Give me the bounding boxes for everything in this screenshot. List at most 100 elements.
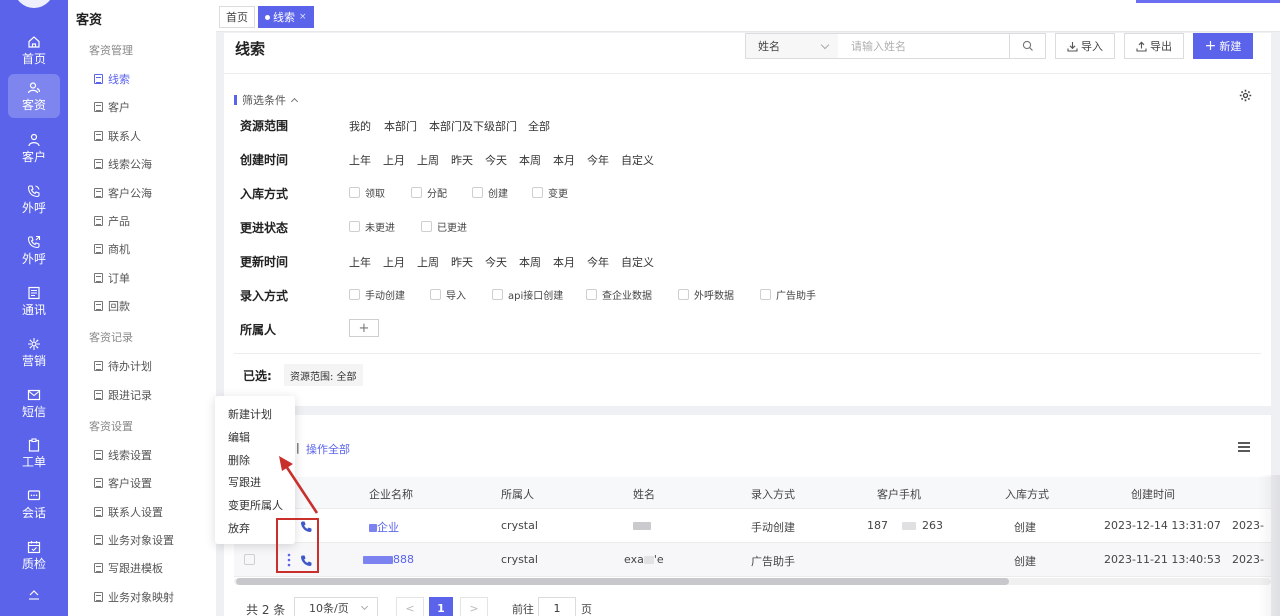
status-checkbox[interactable]: 已更进 xyxy=(421,219,467,234)
nav-outbound-1[interactable]: 外呼 xyxy=(8,177,60,221)
entry-checkbox[interactable]: 外呼数据 xyxy=(678,287,734,302)
status-checkbox[interactable]: 未更进 xyxy=(349,219,395,234)
created-option[interactable]: 昨天 xyxy=(451,152,473,168)
entry-checkbox[interactable]: api接口创建 xyxy=(492,287,563,302)
tab-leads[interactable]: 线索 × xyxy=(258,6,314,28)
table-row[interactable]: 企业 crystal 手动创建 187 263 创建 2023-12-14 13:… xyxy=(234,509,1271,543)
column-settings-icon[interactable] xyxy=(1237,441,1251,453)
more-vertical-icon[interactable] xyxy=(285,553,293,567)
created-option[interactable]: 今年 xyxy=(587,152,609,168)
tab-home[interactable]: 首页 xyxy=(219,6,255,28)
nav-quality[interactable]: 质检 xyxy=(8,533,60,577)
created-option[interactable]: 上月 xyxy=(383,152,405,168)
table-row[interactable]: 888 crystal exa 'e 广告助手 创建 2023-11-21 13:… xyxy=(234,543,1271,577)
updated-option[interactable]: 今年 xyxy=(587,254,609,270)
submenu-item-leads[interactable]: 线索 xyxy=(94,71,130,87)
row-checkbox[interactable] xyxy=(244,554,255,565)
export-button[interactable]: 导出 xyxy=(1124,33,1184,59)
submenu-item-contact-settings[interactable]: 联系人设置 xyxy=(94,504,163,520)
created-option[interactable]: 上周 xyxy=(417,152,439,168)
horizontal-scrollbar[interactable] xyxy=(234,578,1271,585)
submenu-item-customer-pool[interactable]: 客户公海 xyxy=(94,185,152,201)
search-button[interactable] xyxy=(1009,33,1046,59)
company-cell[interactable]: 企业 xyxy=(369,519,399,535)
updated-option[interactable]: 本周 xyxy=(519,254,541,270)
redacted-text xyxy=(643,556,654,564)
created-option-custom[interactable]: 自定义 xyxy=(621,152,654,168)
menu-item-edit[interactable]: 编辑 xyxy=(228,429,250,445)
created-option[interactable]: 今天 xyxy=(485,152,507,168)
menu-item-delete[interactable]: 删除 xyxy=(228,452,250,468)
selected-filter-tag[interactable]: 资源范围: 全部 xyxy=(284,364,363,386)
nav-outbound-2[interactable]: 外呼 xyxy=(8,228,60,272)
scope-option-dept[interactable]: 本部门 xyxy=(384,118,417,134)
filter-toggle[interactable]: 筛选条件 xyxy=(234,92,299,108)
add-owner-button[interactable]: + xyxy=(349,319,379,337)
storage-checkbox[interactable]: 创建 xyxy=(472,185,508,200)
menu-item-new-plan[interactable]: 新建计划 xyxy=(228,406,272,422)
entry-checkbox[interactable]: 手动创建 xyxy=(349,287,405,302)
menu-item-write-followup[interactable]: 写跟进 xyxy=(228,474,261,490)
submenu-item-lead-pool[interactable]: 线索公海 xyxy=(94,156,152,172)
nav-customers[interactable]: 客户 xyxy=(8,126,60,170)
updated-option[interactable]: 昨天 xyxy=(451,254,473,270)
storage-checkbox[interactable]: 领取 xyxy=(349,185,385,200)
created-option[interactable]: 本月 xyxy=(553,152,575,168)
scope-option-dept-sub[interactable]: 本部门及下级部门 xyxy=(429,118,517,134)
nav-contacts[interactable]: 通讯 xyxy=(8,279,60,323)
search-input[interactable] xyxy=(838,33,1010,59)
next-page-button[interactable]: > xyxy=(460,597,488,616)
import-button[interactable]: 导入 xyxy=(1055,33,1115,59)
submenu-group-settings: 客资设置 xyxy=(89,420,133,433)
submenu-item-customers[interactable]: 客户 xyxy=(94,99,130,115)
submenu-item-lead-settings[interactable]: 线索设置 xyxy=(94,447,152,463)
checkbox-box xyxy=(411,187,422,198)
submenu-item-todo[interactable]: 待办计划 xyxy=(94,358,152,374)
company-cell[interactable]: 888 xyxy=(363,553,414,566)
submenu-item-opportunities[interactable]: 商机 xyxy=(94,241,130,257)
goto-page-input[interactable] xyxy=(538,597,576,616)
submenu-item-followups[interactable]: 跟进记录 xyxy=(94,387,152,403)
phone-icon[interactable] xyxy=(300,554,313,567)
submenu-item-contacts[interactable]: 联系人 xyxy=(94,128,141,144)
phone-icon[interactable] xyxy=(300,520,313,533)
submenu-item-followup-template[interactable]: 写跟进模板 xyxy=(94,560,163,576)
nav-tickets[interactable]: 工单 xyxy=(8,431,60,475)
close-icon[interactable]: × xyxy=(299,12,307,22)
updated-option[interactable]: 今天 xyxy=(485,254,507,270)
gear-icon[interactable] xyxy=(1239,89,1252,102)
storage-checkbox[interactable]: 分配 xyxy=(411,185,447,200)
scope-option-all[interactable]: 全部 xyxy=(528,118,550,134)
created-option[interactable]: 上年 xyxy=(349,152,371,168)
scope-option-mine[interactable]: 我的 xyxy=(349,118,371,134)
nav-home[interactable]: 首页 xyxy=(8,28,60,72)
submenu-item-object-settings[interactable]: 业务对象设置 xyxy=(94,532,174,548)
updated-option[interactable]: 本月 xyxy=(553,254,575,270)
nav-leads[interactable]: 客资 xyxy=(8,74,60,118)
submenu-item-customer-settings[interactable]: 客户设置 xyxy=(94,475,152,491)
updated-option[interactable]: 上周 xyxy=(417,254,439,270)
nav-sessions[interactable]: 会话 xyxy=(8,482,60,526)
storage-checkbox[interactable]: 变更 xyxy=(532,185,568,200)
entry-checkbox[interactable]: 导入 xyxy=(430,287,466,302)
updated-option[interactable]: 上月 xyxy=(383,254,405,270)
submenu-item-products[interactable]: 产品 xyxy=(94,213,130,229)
search-field-select[interactable]: 姓名 xyxy=(745,33,839,59)
submenu-item-payments[interactable]: 回款 xyxy=(94,298,130,314)
updated-option[interactable]: 上年 xyxy=(349,254,371,270)
submenu-item-orders[interactable]: 订单 xyxy=(94,270,130,286)
entry-checkbox[interactable]: 查企业数据 xyxy=(586,287,652,302)
entry-checkbox[interactable]: 广告助手 xyxy=(760,287,816,302)
nav-sms[interactable]: 短信 xyxy=(8,381,60,425)
scrollbar-thumb[interactable] xyxy=(236,578,1009,585)
nav-more[interactable] xyxy=(8,580,60,610)
submenu-item-object-mapping[interactable]: 业务对象映射 xyxy=(94,589,174,605)
menu-item-abandon[interactable]: 放弃 xyxy=(228,520,250,536)
current-page[interactable]: 1 xyxy=(429,597,453,616)
created-option[interactable]: 本周 xyxy=(519,152,541,168)
page-size-select[interactable]: 10条/页 xyxy=(294,597,378,616)
nav-marketing[interactable]: 营销 xyxy=(8,330,60,374)
prev-page-button[interactable]: < xyxy=(396,597,424,616)
new-button[interactable]: + 新建 xyxy=(1193,33,1253,59)
updated-option-custom[interactable]: 自定义 xyxy=(621,254,654,270)
